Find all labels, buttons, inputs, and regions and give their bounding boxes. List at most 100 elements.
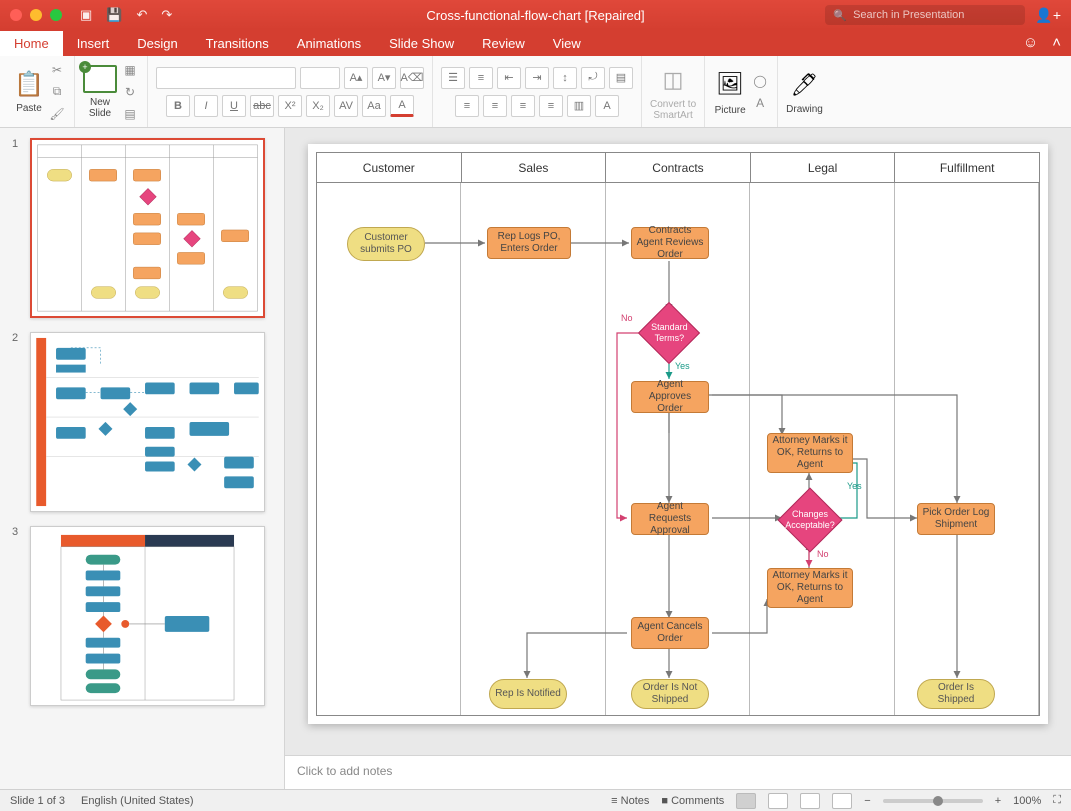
bold-button[interactable]: B (166, 95, 190, 117)
thumbnail-2[interactable] (30, 332, 265, 512)
node-attorney-ok-2[interactable]: Attorney Marks it OK, Returns to Agent (767, 568, 853, 608)
section-icon[interactable]: ▤ (121, 106, 139, 122)
tab-slideshow[interactable]: Slide Show (375, 31, 468, 56)
slide-canvas[interactable]: Customer Sales Contracts Legal Fulfillme… (308, 144, 1048, 724)
decrease-indent-button[interactable]: ⇤ (497, 67, 521, 89)
smiley-icon[interactable]: ☺ (1023, 34, 1038, 51)
bullets-button[interactable]: ☰ (441, 67, 465, 89)
search-box[interactable]: 🔍 Search in Presentation (825, 5, 1025, 25)
node-agent-cancels[interactable]: Agent Cancels Order (631, 617, 709, 649)
grow-font-button[interactable]: A▴ (344, 67, 368, 89)
zoom-in-button[interactable]: + (995, 795, 1001, 807)
align-text-button[interactable]: ▤ (609, 67, 633, 89)
reading-view-button[interactable] (800, 793, 820, 809)
tab-transitions[interactable]: Transitions (192, 31, 283, 56)
lane-header-fulfillment: Fulfillment (895, 153, 1039, 182)
thumbnail-3[interactable] (30, 526, 265, 706)
node-order-not-shipped[interactable]: Order Is Not Shipped (631, 679, 709, 709)
justify-button[interactable]: ≡ (539, 95, 563, 117)
superscript-button[interactable]: X² (278, 95, 302, 117)
notes-toggle[interactable]: ≡ Notes (611, 795, 649, 807)
status-bar: Slide 1 of 3 English (United States) ≡ N… (0, 789, 1071, 811)
increase-indent-button[interactable]: ⇥ (525, 67, 549, 89)
save-icon[interactable]: 💾 (106, 7, 122, 23)
tab-home[interactable]: Home (0, 31, 63, 56)
drawing-label: Drawing (786, 104, 823, 115)
tab-insert[interactable]: Insert (63, 31, 124, 56)
new-slide-icon[interactable] (83, 65, 117, 93)
char-spacing-button[interactable]: AV (334, 95, 358, 117)
paste-label: Paste (16, 103, 42, 114)
tab-animations[interactable]: Animations (283, 31, 375, 56)
zoom-slider[interactable] (883, 799, 983, 803)
node-attorney-ok-1[interactable]: Attorney Marks it OK, Returns to Agent (767, 433, 853, 473)
format-painter-icon[interactable]: 🖌 (48, 106, 66, 122)
reset-slide-icon[interactable]: ↻ (121, 84, 139, 100)
node-pick-order[interactable]: Pick Order Log Shipment (917, 503, 995, 535)
node-rep-logs[interactable]: Rep Logs PO, Enters Order (487, 227, 571, 259)
drawing-icon[interactable]: 🖊 (787, 68, 821, 102)
tab-view[interactable]: View (539, 31, 595, 56)
node-agent-requests[interactable]: Agent Requests Approval (631, 503, 709, 535)
node-agent-approves[interactable]: Agent Approves Order (631, 381, 709, 413)
window-controls (0, 9, 62, 21)
text-direction-button[interactable]: ⤾ (581, 67, 605, 89)
font-color-button[interactable]: A (390, 95, 414, 117)
minimize-window-button[interactable] (30, 9, 42, 21)
node-order-shipped[interactable]: Order Is Shipped (917, 679, 995, 709)
undo-icon[interactable]: ↶ (136, 7, 147, 23)
close-window-button[interactable] (10, 9, 22, 21)
text-box-button[interactable]: A (595, 95, 619, 117)
strike-button[interactable]: abc (250, 95, 274, 117)
shrink-font-button[interactable]: A▾ (372, 67, 396, 89)
copy-icon[interactable]: ⧉ (48, 84, 66, 100)
font-size-dropdown[interactable] (300, 67, 340, 89)
clear-format-button[interactable]: A⌫ (400, 67, 424, 89)
smartart-icon[interactable]: ◫ (656, 63, 690, 97)
tab-design[interactable]: Design (123, 31, 191, 56)
font-family-dropdown[interactable] (156, 67, 296, 89)
redo-icon[interactable]: ↷ (161, 7, 172, 23)
line-spacing-button[interactable]: ↕ (553, 67, 577, 89)
node-contracts-reviews[interactable]: Contracts Agent Reviews Order (631, 227, 709, 259)
slideshow-view-button[interactable] (832, 793, 852, 809)
lane-body: Customer submits PO Rep Logs PO, Enters … (317, 183, 1039, 715)
zoom-out-button[interactable]: − (864, 795, 870, 807)
maximize-window-button[interactable] (50, 9, 62, 21)
change-case-button[interactable]: Aa (362, 95, 386, 117)
share-icon[interactable]: 👤+ (1035, 7, 1061, 24)
italic-button[interactable]: I (194, 95, 218, 117)
node-label: Changes Acceptable? (785, 509, 835, 531)
columns-button[interactable]: ▥ (567, 95, 591, 117)
comments-toggle[interactable]: ■ Comments (661, 795, 724, 807)
picture-icon[interactable]: 🖼 (713, 67, 747, 101)
picture-label: Picture (715, 105, 746, 116)
subscript-button[interactable]: X₂ (306, 95, 330, 117)
align-left-button[interactable]: ≡ (455, 95, 479, 117)
lane-header-customer: Customer (317, 153, 462, 182)
layout-icon[interactable]: ▦ (121, 62, 139, 78)
cut-icon[interactable]: ✂ (48, 62, 66, 78)
normal-view-button[interactable] (736, 793, 756, 809)
thumbnail-1[interactable] (30, 138, 265, 318)
tab-review[interactable]: Review (468, 31, 539, 56)
paste-icon[interactable]: 📋 (14, 70, 44, 99)
node-customer-submits[interactable]: Customer submits PO (347, 227, 425, 261)
ribbon-group-font: A▴ A▾ A⌫ B I U abc X² X₂ AV Aa A (148, 56, 433, 127)
collapse-ribbon-icon[interactable]: ˄ (1052, 34, 1061, 51)
underline-button[interactable]: U (222, 95, 246, 117)
numbering-button[interactable]: ≡ (469, 67, 493, 89)
ribbon-group-paragraph: ☰ ≡ ⇤ ⇥ ↕ ⤾ ▤ ≡ ≡ ≡ ≡ ▥ A (433, 56, 642, 127)
shapes-icon[interactable]: ◯ (751, 73, 769, 89)
node-rep-notified[interactable]: Rep Is Notified (489, 679, 567, 709)
notes-pane[interactable]: Click to add notes (285, 755, 1071, 789)
sorter-view-button[interactable] (768, 793, 788, 809)
textbox-icon[interactable]: A (751, 95, 769, 111)
fit-to-window-button[interactable]: ⛶ (1053, 794, 1061, 807)
search-icon: 🔍 (833, 9, 847, 22)
align-right-button[interactable]: ≡ (511, 95, 535, 117)
align-center-button[interactable]: ≡ (483, 95, 507, 117)
zoom-percent[interactable]: 100% (1013, 795, 1041, 807)
app-icon: ▣ (80, 7, 92, 23)
language-indicator[interactable]: English (United States) (81, 795, 194, 807)
